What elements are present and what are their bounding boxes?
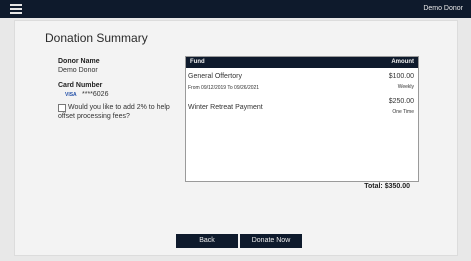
menu-line: [10, 8, 22, 10]
fund-date-range: From 09/12/2019 To 09/26/2021: [188, 85, 260, 91]
donor-name-label: Donor Name: [58, 58, 100, 65]
fund-name: General Offertory: [188, 73, 242, 80]
top-bar: Demo Donor: [0, 0, 471, 18]
fund-frequency: Weekly: [397, 84, 414, 90]
processing-fee-checkbox[interactable]: [58, 104, 66, 112]
fund-column-header: Fund: [190, 59, 205, 65]
fund-table: Fund Amount General Offertory From 09/12…: [185, 56, 419, 182]
card-number-label: Card Number: [58, 82, 103, 89]
fund-table-header: Fund Amount: [186, 57, 418, 68]
hamburger-menu-icon[interactable]: [10, 4, 22, 14]
menu-line: [10, 4, 22, 6]
menu-line: [10, 12, 22, 14]
back-button[interactable]: Back: [176, 234, 238, 248]
fund-name: Winter Retreat Payment: [188, 104, 263, 111]
fund-amount: $250.00: [388, 98, 414, 105]
fund-frequency: One Time: [392, 109, 414, 115]
amount-column-header: Amount: [391, 59, 414, 65]
card-number-value: ****6026: [82, 91, 109, 98]
total-amount: Total: $350.00: [364, 183, 410, 190]
donor-name-value: Demo Donor: [58, 67, 98, 74]
card-brand-icon: VISA: [65, 92, 77, 98]
app-screen: Demo Donor Donation Summary Donor Name D…: [0, 0, 471, 261]
user-name[interactable]: Demo Donor: [423, 4, 463, 14]
page-title: Donation Summary: [45, 31, 148, 45]
fund-amount: $100.00: [388, 73, 414, 80]
processing-fee-label: Would you like to add 2% to help offset …: [58, 104, 170, 120]
donate-now-button[interactable]: Donate Now: [240, 234, 302, 248]
